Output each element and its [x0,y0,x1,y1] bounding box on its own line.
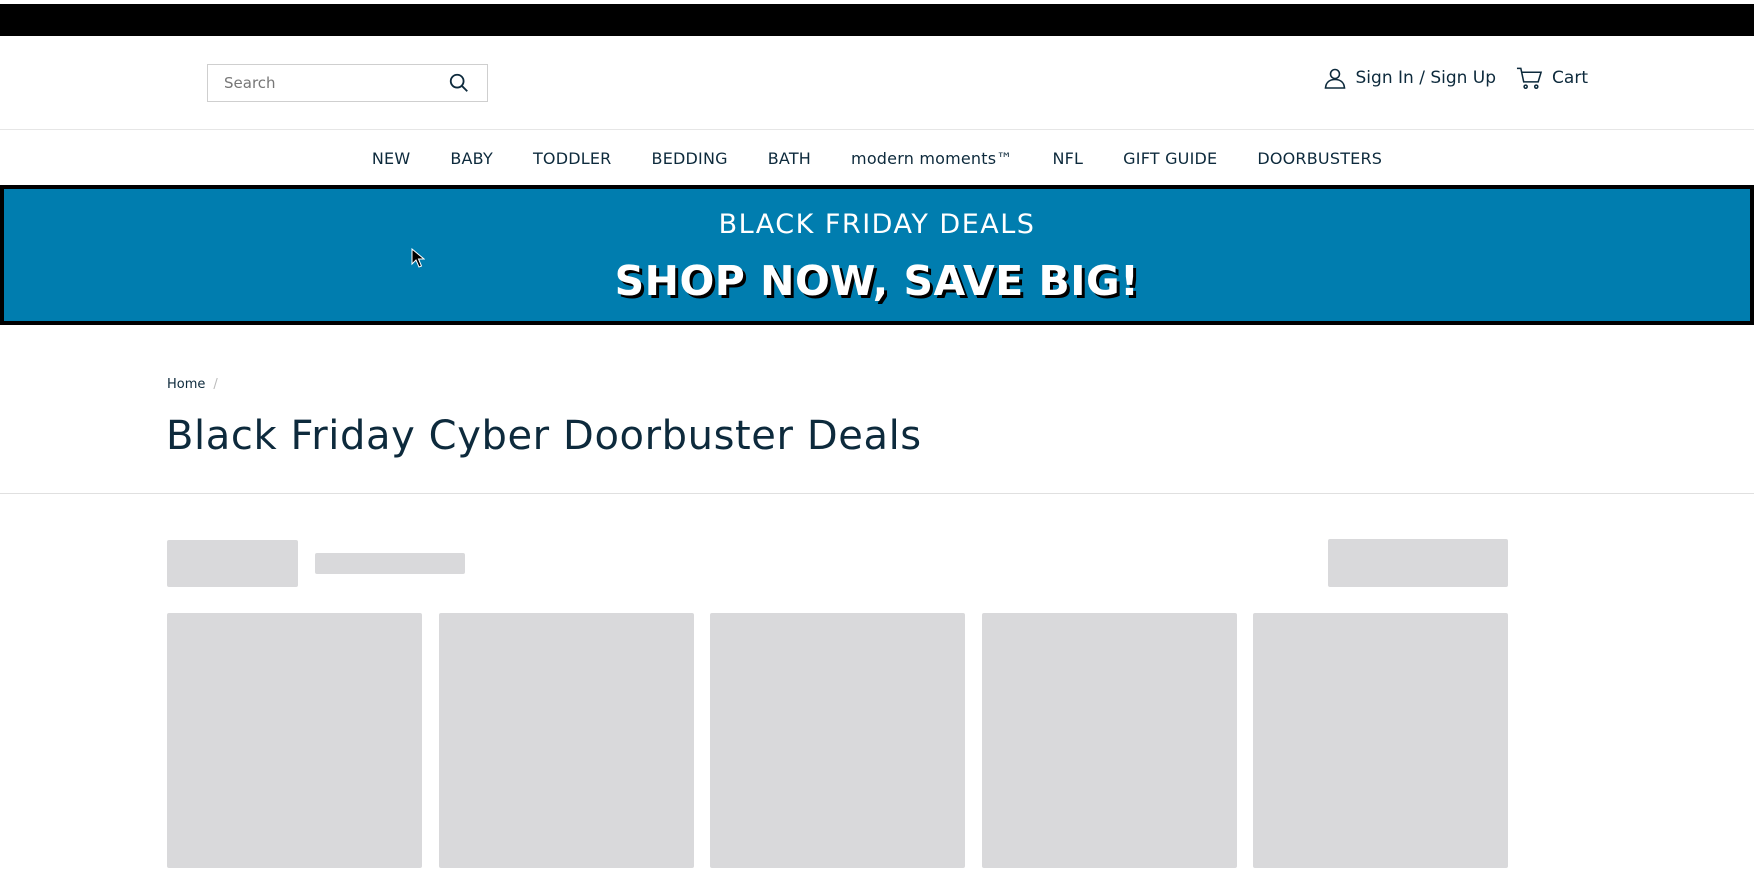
nav-item-bath[interactable]: BATH [768,149,811,168]
breadcrumb: Home / [167,377,218,392]
header-divider [0,493,1754,494]
nav-item-bedding[interactable]: BEDDING [652,149,728,168]
skeleton-product-card [1253,613,1508,868]
skeleton-result-count [315,553,465,574]
nav-item-gift-guide[interactable]: GIFT GUIDE [1123,149,1217,168]
page: Sign In / Sign Up Cart NEW BABY TODDLER … [0,0,1754,886]
promo-banner[interactable]: BLACK FRIDAY DEALS SHOP NOW, SAVE BIG! [0,185,1754,325]
main-nav: NEW BABY TODDLER BEDDING BATH modern mom… [0,131,1754,185]
page-title: Black Friday Cyber Doorbuster Deals [166,413,922,459]
search-box[interactable] [207,64,488,102]
skeleton-sort-select [1328,539,1508,587]
nav-item-doorbusters[interactable]: DOORBUSTERS [1257,149,1382,168]
account-area: Sign In / Sign Up Cart [1323,66,1588,90]
search-input[interactable] [224,74,447,92]
cart-label: Cart [1552,68,1588,88]
breadcrumb-separator: / [213,377,218,392]
cursor-icon [411,248,425,268]
cart-icon [1517,67,1543,89]
skeleton-filter-button [167,540,298,587]
nav-item-baby[interactable]: BABY [450,149,493,168]
announcement-bar [0,4,1754,36]
breadcrumb-home[interactable]: Home [167,377,205,392]
promo-heading: BLACK FRIDAY DEALS [718,209,1036,240]
promo-cta-text: SHOP NOW, SAVE BIG! [614,257,1140,305]
nav-item-new[interactable]: NEW [372,149,411,168]
search-icon[interactable] [447,71,471,95]
cart-link[interactable]: Cart [1516,66,1588,90]
nav-item-nfl[interactable]: NFL [1052,149,1083,168]
skeleton-product-card [439,613,694,868]
user-icon [1324,68,1345,89]
site-header: Sign In / Sign Up Cart [0,36,1754,130]
nav-item-modern-moments[interactable]: modern moments™ [851,149,1012,168]
nav-item-toddler[interactable]: TODDLER [533,149,612,168]
skeleton-product-card [710,613,965,868]
skeleton-product-card [167,613,422,868]
sign-in-label: Sign In / Sign Up [1355,68,1497,88]
sign-in-link[interactable]: Sign In / Sign Up [1323,66,1497,90]
skeleton-product-card [982,613,1237,868]
